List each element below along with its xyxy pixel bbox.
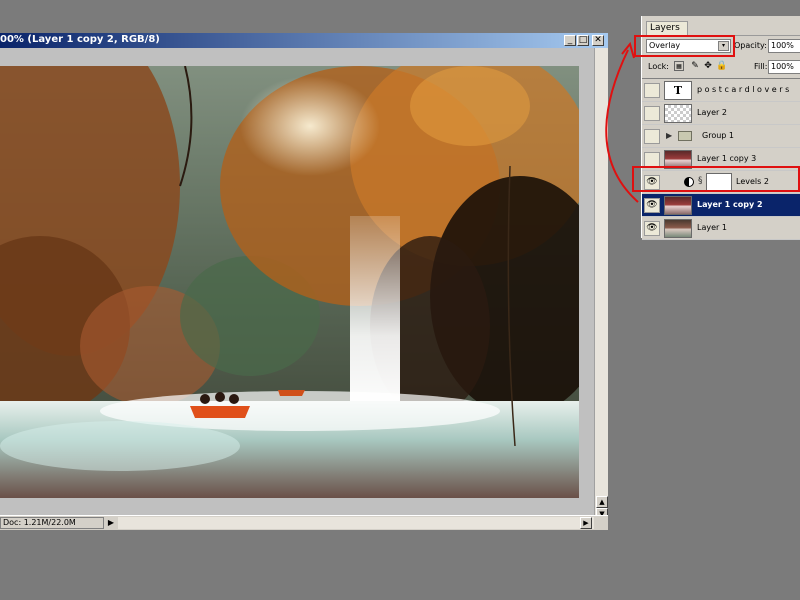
layer-row-postcardlovers[interactable]: T p o s t c a r d l o v e r s [642,79,800,102]
fill-label: Fill: [754,62,768,71]
canvas-area[interactable] [0,48,594,515]
layer-row-layer-1-copy-2[interactable]: 👁 Layer 1 copy 2 [642,194,800,217]
lock-image-pixels-icon[interactable]: ✎ [690,61,700,71]
layer-row-layer-1[interactable]: 👁 Layer 1 [642,217,800,240]
layer-name: p o s t c a r d l o v e r s [697,85,790,94]
lock-transparent-pixels-icon[interactable]: ▦ [674,61,684,71]
lock-position-icon[interactable]: ✥ [703,61,713,71]
layers-tab[interactable]: Layers ✕ [646,21,688,45]
opacity-label: Opacity: [734,41,767,50]
eye-icon[interactable]: 👁 [644,221,660,236]
layer-name: Layer 1 copy 2 [697,200,763,209]
layer-name: Layer 2 [697,108,727,117]
opacity-input[interactable]: 100% [768,39,800,53]
layer-thumbnail [664,196,692,215]
layer-row-group-1[interactable]: ▶ Group 1 [642,125,800,148]
minimize-button[interactable]: _ [564,35,576,46]
scroll-right-arrow-icon[interactable]: ▶ [580,517,592,529]
layer-name: Layer 1 [697,223,727,232]
layer-name: Layer 1 copy 3 [697,154,757,163]
expand-arrow-icon[interactable]: ▶ [666,131,672,140]
callout-box-levels-layer [632,166,800,192]
layer-row-layer-2[interactable]: Layer 2 [642,102,800,125]
text-layer-icon: T [664,81,692,100]
layers-tab-label: Layers [650,23,680,33]
jungle-river-photo [0,66,579,498]
layer-list: T p o s t c a r d l o v e r s Layer 2 ▶ … [642,78,800,240]
document-title: 00% (Layer 1 copy 2, RGB/8) [0,34,160,45]
maximize-button[interactable]: □ [577,35,589,46]
title-bar[interactable]: 00% (Layer 1 copy 2, RGB/8) _ □ ✕ [0,33,608,48]
lock-label: Lock: [648,62,669,71]
folder-icon [678,131,692,141]
document-size-status: Doc: 1.21M/22.0M [0,517,104,529]
fill-input[interactable]: 100% [768,60,800,74]
callout-arrow-icon [605,41,639,203]
status-bar: Doc: 1.21M/22.0M ▶ ▶ [0,515,608,530]
scroll-up-arrow-icon[interactable]: ▲ [596,496,608,508]
document-window: 00% (Layer 1 copy 2, RGB/8) _ □ ✕ ▲ ▼ Do… [0,33,608,530]
layers-panel-body: Overlay ▾ Opacity: 100% Lock: ▦ ✎ ✥ 🔒 Fi… [642,35,800,240]
layer-thumbnail [664,104,692,123]
layer-thumbnail [664,219,692,238]
lock-all-icon[interactable]: 🔒 [716,61,727,71]
document-canvas-image[interactable] [0,66,579,498]
status-menu-arrow-icon[interactable]: ▶ [106,517,116,529]
layer-name: Group 1 [702,131,734,140]
horizontal-scrollbar[interactable] [118,517,594,529]
